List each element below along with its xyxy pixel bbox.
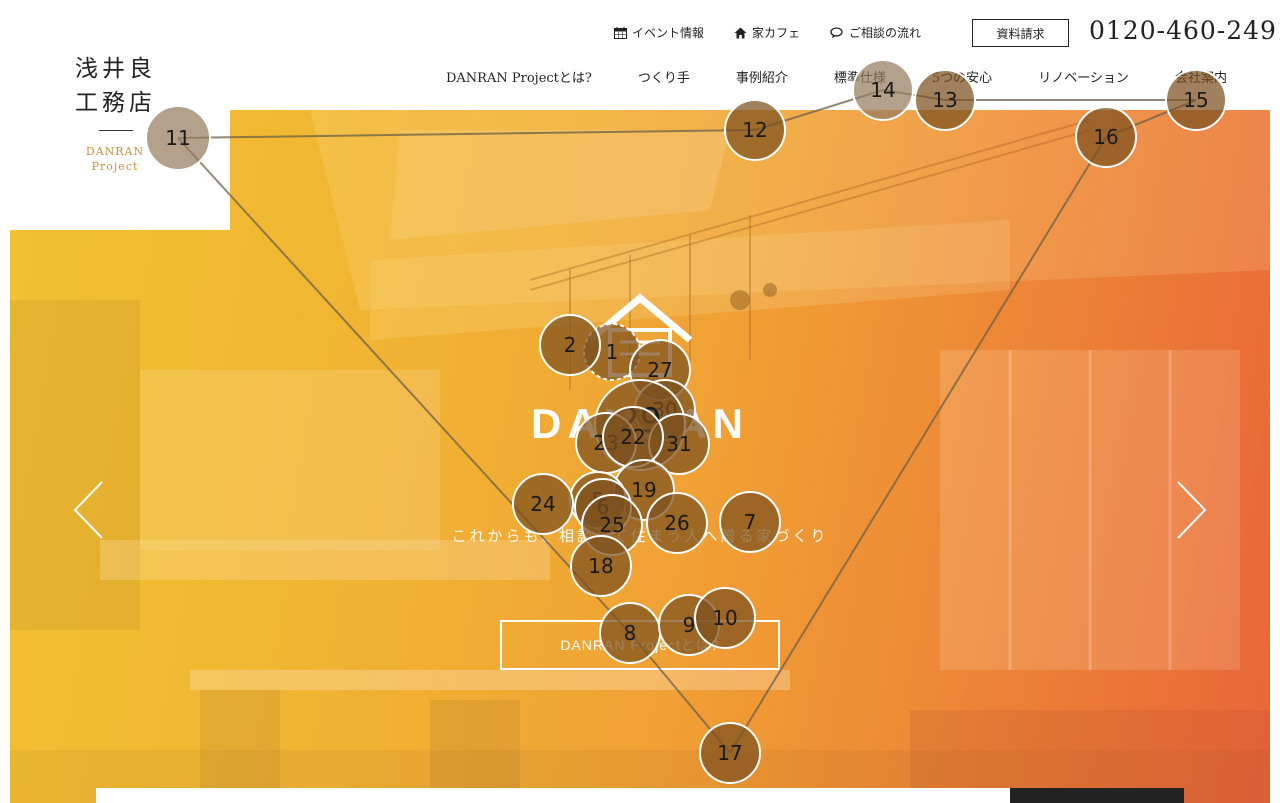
house-logo-icon bbox=[587, 293, 693, 377]
nav-item-about[interactable]: DANRAN Projectとは? bbox=[446, 67, 592, 86]
utility-nav: イベント情報 家カフェ ご相談の流れ bbox=[614, 24, 951, 41]
nav-item-company[interactable]: 会社案内 bbox=[1175, 67, 1227, 86]
global-nav: DANRAN Projectとは? つくり手 事例紹介 標準仕様 5つの安心 リ… bbox=[446, 67, 1227, 86]
brand-wordmark: DANRAN bbox=[531, 400, 749, 447]
flow-link[interactable]: ご相談の流れ bbox=[830, 24, 921, 41]
document-request-button[interactable]: 資料請求 bbox=[972, 19, 1069, 47]
home-icon bbox=[734, 27, 747, 38]
phone-number[interactable]: 0120-460-249 bbox=[1089, 16, 1277, 45]
nav-item-builders[interactable]: つくり手 bbox=[638, 67, 690, 86]
chat-icon bbox=[830, 26, 843, 38]
logo-title: 浅井良 工務店 bbox=[75, 52, 156, 120]
logo-divider bbox=[99, 130, 133, 131]
heatmap-path-segment bbox=[882, 89, 946, 101]
content-panel-top bbox=[96, 788, 1010, 803]
side-panel-top bbox=[1010, 788, 1184, 803]
heatmap-marker-label: 15 bbox=[1183, 88, 1208, 112]
heatmap-marker-label: 13 bbox=[932, 88, 957, 112]
nav-item-assurances[interactable]: 5つの安心 bbox=[932, 67, 992, 86]
calendar-icon bbox=[614, 26, 627, 39]
logo-sub-line1: DANRAN bbox=[85, 145, 145, 158]
nav-item-renovation[interactable]: リノベーション bbox=[1038, 67, 1129, 86]
logo-title-line1: 浅井良 bbox=[75, 56, 156, 82]
logo[interactable]: 浅井良 工務店 DANRAN Project bbox=[10, 0, 230, 230]
nav-item-specs[interactable]: 標準仕様 bbox=[834, 67, 886, 86]
about-project-button[interactable]: DANRAN Projectとは? bbox=[500, 620, 780, 670]
prev-slide-chevron-left-icon[interactable] bbox=[72, 480, 106, 540]
logo-subtitle: DANRAN Project bbox=[80, 144, 150, 174]
logo-sub-line2: Project bbox=[91, 160, 139, 173]
hero-tagline: これからも、相談して住まう人へ贈る家づくり bbox=[451, 527, 829, 545]
flow-label: ご相談の流れ bbox=[849, 26, 922, 40]
cafe-link[interactable]: 家カフェ bbox=[734, 24, 800, 41]
event-label: イベント情報 bbox=[632, 26, 705, 40]
event-link[interactable]: イベント情報 bbox=[614, 24, 704, 41]
nav-item-cases[interactable]: 事例紹介 bbox=[736, 67, 788, 86]
logo-title-line2: 工務店 bbox=[75, 90, 156, 116]
next-slide-chevron-right-icon[interactable] bbox=[1174, 480, 1208, 540]
cafe-label: 家カフェ bbox=[752, 26, 801, 40]
